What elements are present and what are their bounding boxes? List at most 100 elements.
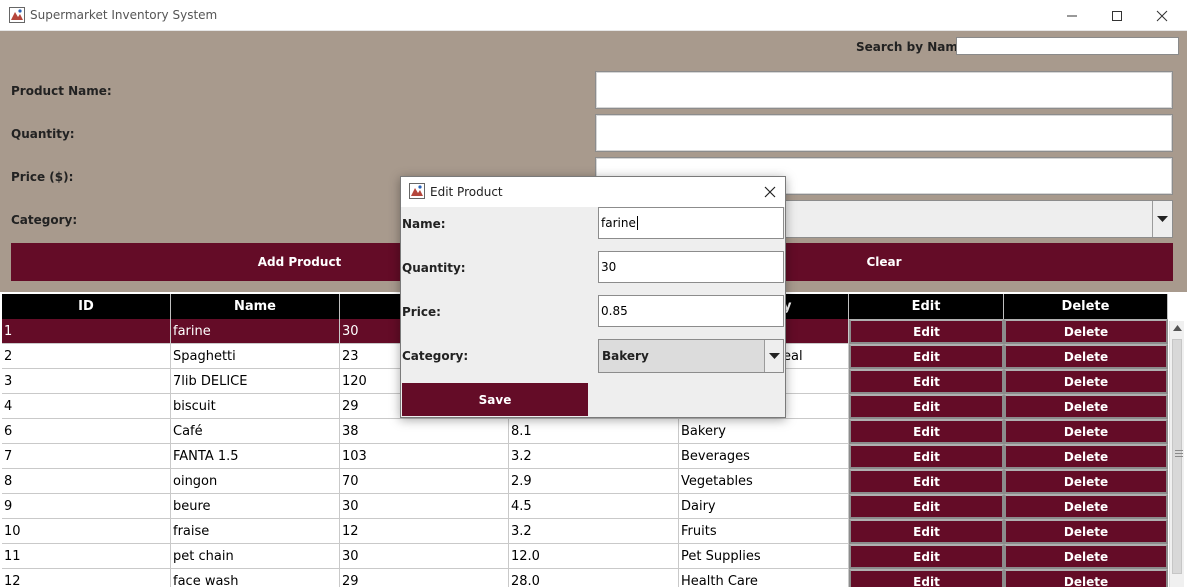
- edit-button[interactable]: Edit: [849, 469, 1004, 494]
- cell-category[interactable]: Beverages: [679, 444, 849, 469]
- cell-quantity[interactable]: 70: [340, 469, 509, 494]
- cell-price[interactable]: 2.9: [509, 469, 679, 494]
- cell-id[interactable]: 4: [2, 394, 171, 419]
- product-name-label: Product Name:: [11, 84, 112, 98]
- cell-name[interactable]: Spaghetti: [171, 344, 340, 369]
- close-button[interactable]: [1139, 0, 1185, 31]
- maximize-button[interactable]: [1094, 0, 1140, 31]
- cell-quantity[interactable]: 38: [340, 419, 509, 444]
- cell-name[interactable]: biscuit: [171, 394, 340, 419]
- dialog-category-dropdown[interactable]: Bakery: [598, 339, 784, 373]
- column-header-name[interactable]: Name: [171, 294, 340, 319]
- dialog-price-field[interactable]: 0.85: [598, 295, 784, 327]
- cell-name[interactable]: pet chain: [171, 544, 340, 569]
- table-row[interactable]: 6 Café 38 8.1 Bakery Edit Delete: [2, 419, 1168, 444]
- minimize-icon: [1067, 15, 1077, 16]
- cell-price[interactable]: 28.0: [509, 569, 679, 587]
- cell-price[interactable]: 4.5: [509, 494, 679, 519]
- cell-price[interactable]: 3.2: [509, 444, 679, 469]
- column-header-delete[interactable]: Delete: [1004, 294, 1168, 319]
- cell-name[interactable]: Café: [171, 419, 340, 444]
- cell-id[interactable]: 2: [2, 344, 171, 369]
- edit-button[interactable]: Edit: [849, 444, 1004, 469]
- delete-button[interactable]: Delete: [1004, 319, 1168, 344]
- cell-name[interactable]: FANTA 1.5: [171, 444, 340, 469]
- cell-name[interactable]: 7lib DELICE: [171, 369, 340, 394]
- product-name-field[interactable]: [595, 71, 1173, 109]
- quantity-label: Quantity:: [11, 127, 75, 141]
- category-dropdown-arrow[interactable]: [1152, 201, 1172, 237]
- cell-price[interactable]: 8.1: [509, 419, 679, 444]
- scroll-up-icon[interactable]: [1173, 325, 1182, 331]
- cell-id[interactable]: 10: [2, 519, 171, 544]
- table-row[interactable]: 8 oingon 70 2.9 Vegetables Edit Delete: [2, 469, 1168, 494]
- cell-name[interactable]: face wash: [171, 569, 340, 587]
- table-row[interactable]: 9 beure 30 4.5 Dairy Edit Delete: [2, 494, 1168, 519]
- delete-button[interactable]: Delete: [1004, 569, 1168, 587]
- column-header-edit[interactable]: Edit: [849, 294, 1004, 319]
- save-button[interactable]: Save: [402, 383, 588, 416]
- cell-id[interactable]: 6: [2, 419, 171, 444]
- cell-name[interactable]: fraise: [171, 519, 340, 544]
- table-row[interactable]: 11 pet chain 30 12.0 Pet Supplies Edit Delete: [2, 544, 1168, 569]
- delete-button[interactable]: Delete: [1004, 544, 1168, 569]
- edit-button[interactable]: Edit: [849, 344, 1004, 369]
- edit-button[interactable]: Edit: [849, 369, 1004, 394]
- cell-quantity[interactable]: 12: [340, 519, 509, 544]
- cell-quantity[interactable]: 30: [340, 544, 509, 569]
- dialog-close-button[interactable]: [761, 183, 779, 201]
- dropdown-arrow-icon: [1157, 216, 1168, 222]
- cell-id[interactable]: 8: [2, 469, 171, 494]
- dialog-category-value: Bakery: [602, 349, 649, 363]
- cell-quantity[interactable]: 30: [340, 494, 509, 519]
- cell-id[interactable]: 11: [2, 544, 171, 569]
- cell-category[interactable]: Pet Supplies: [679, 544, 849, 569]
- edit-button[interactable]: Edit: [849, 419, 1004, 444]
- cell-id[interactable]: 7: [2, 444, 171, 469]
- minimize-button[interactable]: [1049, 0, 1095, 31]
- delete-button[interactable]: Delete: [1004, 519, 1168, 544]
- cell-name[interactable]: beure: [171, 494, 340, 519]
- cell-price[interactable]: 12.0: [509, 544, 679, 569]
- cell-category[interactable]: Dairy: [679, 494, 849, 519]
- edit-button[interactable]: Edit: [849, 494, 1004, 519]
- dialog-name-field[interactable]: farine: [598, 207, 784, 239]
- cell-category[interactable]: Fruits: [679, 519, 849, 544]
- delete-button[interactable]: Delete: [1004, 419, 1168, 444]
- dialog-quantity-field[interactable]: 30: [598, 251, 784, 283]
- window-title: Supermarket Inventory System: [30, 8, 218, 22]
- search-label: Search by Name:: [856, 40, 971, 54]
- dialog-category-arrow[interactable]: [764, 340, 783, 372]
- cell-category[interactable]: Vegetables: [679, 469, 849, 494]
- delete-button[interactable]: Delete: [1004, 344, 1168, 369]
- delete-button[interactable]: Delete: [1004, 494, 1168, 519]
- cell-name[interactable]: oingon: [171, 469, 340, 494]
- cell-quantity[interactable]: 29: [340, 569, 509, 587]
- cell-id[interactable]: 12: [2, 569, 171, 587]
- table-row[interactable]: 7 FANTA 1.5 103 3.2 Beverages Edit Delete: [2, 444, 1168, 469]
- cell-category[interactable]: Bakery: [679, 419, 849, 444]
- quantity-field[interactable]: [595, 114, 1173, 152]
- edit-button[interactable]: Edit: [849, 319, 1004, 344]
- cell-category[interactable]: Health Care: [679, 569, 849, 587]
- edit-button[interactable]: Edit: [849, 544, 1004, 569]
- vertical-scrollbar[interactable]: [1169, 321, 1184, 587]
- delete-button[interactable]: Delete: [1004, 394, 1168, 419]
- cell-quantity[interactable]: 103: [340, 444, 509, 469]
- edit-button[interactable]: Edit: [849, 569, 1004, 587]
- cell-price[interactable]: 3.2: [509, 519, 679, 544]
- edit-button[interactable]: Edit: [849, 519, 1004, 544]
- delete-button[interactable]: Delete: [1004, 444, 1168, 469]
- column-header-id[interactable]: ID: [2, 294, 171, 319]
- search-input[interactable]: [956, 37, 1179, 55]
- cell-id[interactable]: 1: [2, 319, 171, 344]
- table-row[interactable]: 10 fraise 12 3.2 Fruits Edit Delete: [2, 519, 1168, 544]
- cell-id[interactable]: 3: [2, 369, 171, 394]
- table-row[interactable]: 12 face wash 29 28.0 Health Care Edit Delete: [2, 569, 1168, 587]
- cell-id[interactable]: 9: [2, 494, 171, 519]
- edit-button[interactable]: Edit: [849, 394, 1004, 419]
- scrollbar-thumb[interactable]: [1172, 339, 1183, 574]
- cell-name[interactable]: farine: [171, 319, 340, 344]
- delete-button[interactable]: Delete: [1004, 369, 1168, 394]
- delete-button[interactable]: Delete: [1004, 469, 1168, 494]
